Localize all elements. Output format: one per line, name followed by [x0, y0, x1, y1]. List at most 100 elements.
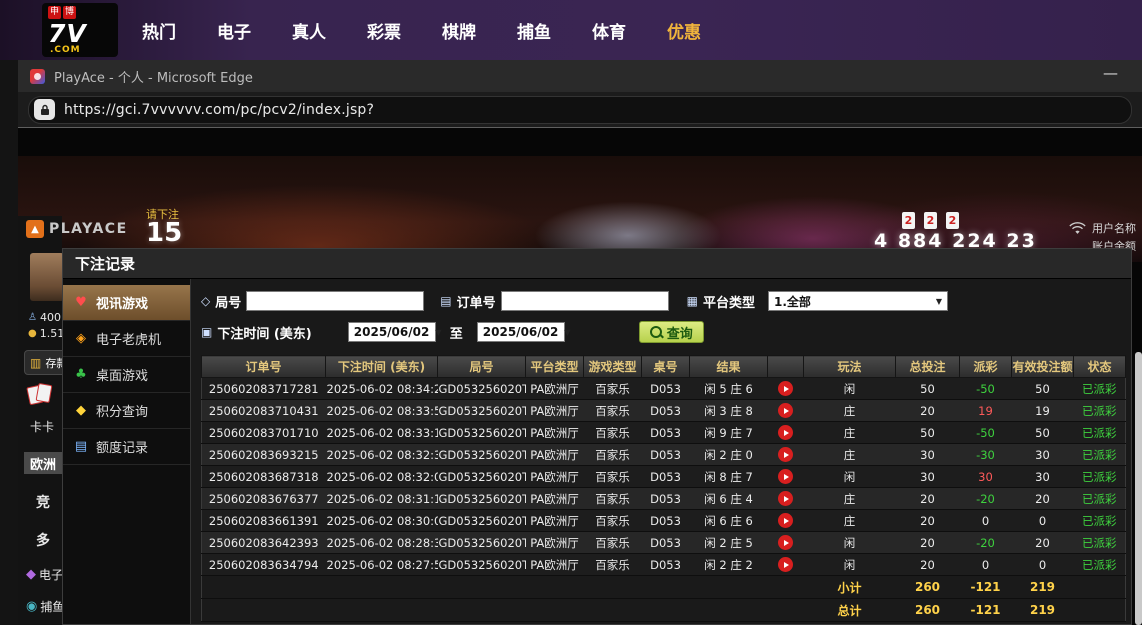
replay-icon[interactable] — [778, 469, 793, 484]
site-info-button[interactable] — [34, 99, 55, 120]
cell-replay — [768, 400, 804, 422]
cell-table-number: D053 — [642, 554, 690, 576]
minimize-button[interactable]: — — [1097, 62, 1124, 84]
browser-window: PlayAce - 个人 - Microsoft Edge — https://… — [18, 60, 1142, 625]
cell-order-number: 250602083642393 — [202, 532, 326, 554]
nav-item-cards[interactable]: 棋牌 — [442, 18, 476, 43]
total-label: 总计 — [804, 599, 896, 622]
cell-round-number: GD053256020TP — [438, 466, 526, 488]
cell-round-number: GD053256020TQ — [438, 444, 526, 466]
cell-platform: PA欧洲厅 — [526, 400, 584, 422]
cell-bet-time: 2025-06-02 08:33:55 — [326, 400, 438, 422]
replay-icon[interactable] — [778, 403, 793, 418]
cell-play-type: 庄 — [804, 488, 896, 510]
replay-icon[interactable] — [778, 491, 793, 506]
cell-order-number: 250602083634794 — [202, 554, 326, 576]
nav-item-fishing[interactable]: 捕鱼 — [517, 18, 551, 43]
cell-result: 闲 6 庄 4 — [690, 488, 768, 510]
replay-icon[interactable] — [778, 447, 793, 462]
date-to-select[interactable]: 2025/06/02 ▼ — [477, 322, 565, 342]
cell-result: 闲 8 庄 7 — [690, 466, 768, 488]
cell-game-type: 百家乐 — [584, 510, 642, 532]
site-logo[interactable]: 申 博 7V .COM — [42, 3, 118, 57]
cell-result: 闲 5 庄 6 — [690, 378, 768, 400]
playing-card: 2 — [924, 212, 937, 229]
rail-item-kaka[interactable]: 卡卡 — [30, 418, 54, 435]
round-input[interactable] — [246, 291, 424, 311]
url-field[interactable]: https://gci.7vvvvvv.com/pc/pcv2/index.js… — [28, 96, 1132, 124]
playace-logo-icon: ▲ — [26, 220, 44, 238]
cell-replay — [768, 532, 804, 554]
cell-bet-time: 2025-06-02 08:34:28 — [326, 378, 438, 400]
logo-subtext: .COM — [50, 45, 81, 55]
cell-play-type: 庄 — [804, 510, 896, 532]
table-row: 250602083642393 2025-06-02 08:28:35 GD05… — [202, 532, 1126, 554]
lock-icon — [39, 104, 51, 116]
nav-item-hot[interactable]: 热门 — [142, 18, 176, 43]
cell-game-type: 百家乐 — [584, 466, 642, 488]
cell-table-number: D053 — [642, 488, 690, 510]
address-bar: https://gci.7vvvvvv.com/pc/pcv2/index.js… — [18, 92, 1142, 128]
bet-time-filter: ▣ 下注时间 (美东) — [201, 323, 312, 342]
search-button[interactable]: 查询 — [639, 321, 704, 343]
user-avatar — [30, 253, 64, 301]
wifi-icon — [1069, 220, 1086, 239]
table-row: 250602083710431 2025-06-02 08:33:55 GD05… — [202, 400, 1126, 422]
cell-bet-time: 2025-06-02 08:31:15 — [326, 488, 438, 510]
cell-bet-time: 2025-06-02 08:30:04 — [326, 510, 438, 532]
nav-item-lottery[interactable]: 彩票 — [367, 18, 401, 43]
page-scrollbar[interactable] — [1135, 352, 1142, 625]
rail-item-jing[interactable]: 竞 — [36, 492, 50, 512]
bet-records-table: 订单号 下注时间 (美东) 局号 平台类型 游戏类型 桌号 结果 玩法 总投注 — [201, 355, 1126, 622]
nav-item-promo[interactable]: 优惠 — [667, 18, 701, 43]
fishing-rail-icon: ◉ — [26, 600, 37, 613]
cell-replay — [768, 422, 804, 444]
table-header: 订单号 下注时间 (美东) 局号 平台类型 游戏类型 桌号 结果 玩法 总投注 — [202, 356, 1126, 378]
platform-select[interactable]: 1.全部 ▼ — [768, 291, 948, 311]
records-panel: ◇ 局号 ▤ 订单号 ▦ 平台类型 — [191, 279, 1131, 624]
cell-order-number: 250602083676377 — [202, 488, 326, 510]
cell-game-type: 百家乐 — [584, 554, 642, 576]
cell-bet-time: 2025-06-02 08:32:02 — [326, 466, 438, 488]
menu-item-slot-machines[interactable]: ◈ 电子老虎机 — [63, 321, 190, 357]
cell-play-type: 闲 — [804, 466, 896, 488]
rail-item-europe[interactable]: 欧洲 — [24, 452, 62, 474]
cell-status: 已派彩 — [1074, 488, 1126, 510]
replay-icon[interactable] — [778, 535, 793, 550]
table-row: 250602083676377 2025-06-02 08:31:15 GD05… — [202, 488, 1126, 510]
cell-play-type: 庄 — [804, 444, 896, 466]
cell-table-number: D053 — [642, 466, 690, 488]
cell-valid-bet: 30 — [1012, 444, 1074, 466]
replay-icon[interactable] — [778, 557, 793, 572]
records-icon: ▤ — [73, 440, 89, 453]
order-input[interactable] — [501, 291, 669, 311]
cell-total-bet: 30 — [896, 444, 960, 466]
cell-replay — [768, 378, 804, 400]
total-payout: -121 — [960, 599, 1012, 622]
nav-item-slots[interactable]: 电子 — [217, 18, 251, 43]
menu-item-table-games[interactable]: ♣ 桌面游戏 — [63, 357, 190, 393]
replay-icon[interactable] — [778, 513, 793, 528]
cell-round-number: GD053256020TS — [438, 400, 526, 422]
menu-item-points-query[interactable]: ◆ 积分查询 — [63, 393, 190, 429]
menu-item-video-games[interactable]: ♥ 视讯游戏 — [63, 285, 190, 321]
subtotal-valid: 219 — [1012, 576, 1074, 599]
cell-valid-bet: 50 — [1012, 378, 1074, 400]
window-titlebar: PlayAce - 个人 - Microsoft Edge — — [18, 60, 1142, 92]
cell-game-type: 百家乐 — [584, 532, 642, 554]
replay-icon[interactable] — [778, 425, 793, 440]
cell-play-type: 庄 — [804, 400, 896, 422]
rail-item-slots[interactable]: ◆ 电子 — [26, 566, 63, 583]
rail-item-fishing[interactable]: ◉ 捕鱼 — [26, 598, 64, 615]
cell-round-number: GD053256020TJ — [438, 554, 526, 576]
menu-item-quota-records[interactable]: ▤ 额度记录 — [63, 429, 190, 465]
rail-item-duo[interactable]: 多 — [36, 530, 50, 550]
cell-result: 闲 6 庄 6 — [690, 510, 768, 532]
cell-result: 闲 2 庄 0 — [690, 444, 768, 466]
rail-balance-1: ♙ 400 — [28, 311, 61, 324]
replay-icon[interactable] — [778, 381, 793, 396]
date-from-select[interactable]: 2025/06/02 ▼ — [348, 322, 436, 342]
cell-status: 已派彩 — [1074, 510, 1126, 532]
nav-item-sports[interactable]: 体育 — [592, 18, 626, 43]
nav-item-live[interactable]: 真人 — [292, 18, 326, 43]
